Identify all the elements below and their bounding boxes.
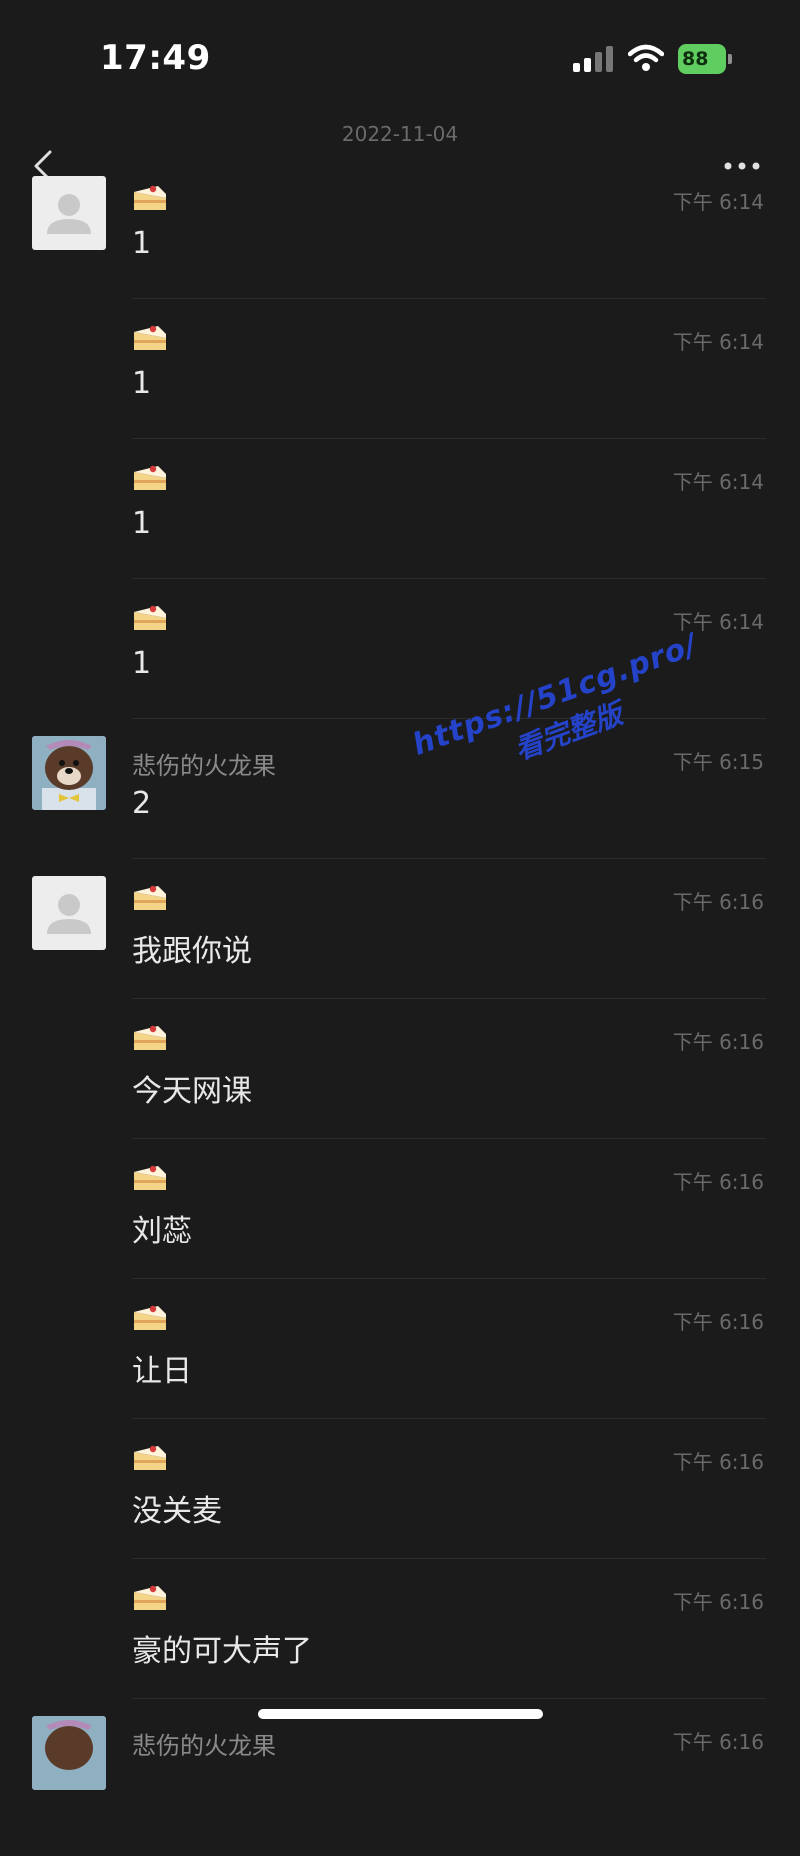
message-time: 下午 6:16 [672, 1590, 764, 1614]
message-item[interactable]: 悲伤的火龙果 下午 6:16 [0, 1716, 800, 1856]
battery-tip [728, 54, 732, 64]
status-bar: 17:49 88 [0, 0, 800, 110]
cake-icon [134, 1585, 166, 1610]
user-placeholder-icon [47, 894, 91, 934]
message-item[interactable]: 下午 6:16 刘蕊 [0, 1156, 800, 1296]
cake-icon [134, 1305, 166, 1330]
message-time: 下午 6:16 [672, 1030, 764, 1054]
home-indicator[interactable] [258, 1709, 543, 1719]
message-text[interactable]: 今天网课 [132, 1066, 252, 1110]
message-time: 下午 6:16 [672, 1450, 764, 1474]
avatar[interactable] [32, 1716, 106, 1790]
message-item[interactable]: 下午 6:16 今天网课 [0, 1016, 800, 1156]
message-item[interactable]: 下午 6:16 我跟你说 [0, 876, 800, 1016]
divider [132, 438, 766, 439]
message-item[interactable]: 下午 6:14 1 [0, 456, 800, 596]
message-text[interactable]: 没关麦 [132, 1486, 222, 1530]
message-time: 下午 6:16 [672, 1730, 764, 1754]
message-time: 下午 6:15 [672, 750, 764, 774]
message-time: 下午 6:14 [672, 470, 764, 494]
user-placeholder-icon [47, 194, 91, 234]
message-item[interactable]: 下午 6:16 让日 [0, 1296, 800, 1436]
cake-icon [134, 185, 166, 210]
more-dots-icon[interactable] [722, 156, 762, 176]
message-text[interactable]: 刘蕊 [132, 1206, 192, 1250]
avatar[interactable] [32, 876, 106, 950]
cake-icon [134, 1445, 166, 1470]
message-text[interactable]: 豪的可大声了 [132, 1626, 312, 1670]
cake-icon [134, 1165, 166, 1190]
message-time: 下午 6:16 [672, 1310, 764, 1334]
avatar[interactable] [32, 736, 106, 810]
cake-icon [134, 885, 166, 910]
wifi-icon [628, 44, 664, 71]
message-text[interactable]: 我跟你说 [132, 926, 252, 970]
message-item[interactable]: 下午 6:14 1 [0, 316, 800, 456]
message-item[interactable]: 下午 6:16 豪的可大声了 [0, 1576, 800, 1716]
message-text[interactable]: 1 [132, 366, 151, 401]
divider [132, 1698, 766, 1699]
cake-icon [134, 465, 166, 490]
divider [132, 858, 766, 859]
date-header: 2022-11-04 [341, 122, 459, 146]
sender-name: 悲伤的火龙果 [132, 752, 276, 780]
bear-avatar-icon [32, 736, 106, 810]
status-time: 17:49 [100, 38, 211, 78]
message-time: 下午 6:14 [672, 190, 764, 214]
signal-icon [573, 46, 615, 72]
divider [132, 998, 766, 999]
divider [132, 1558, 766, 1559]
message-time: 下午 6:16 [672, 1170, 764, 1194]
message-time: 下午 6:16 [672, 890, 764, 914]
cake-icon [134, 605, 166, 630]
message-text[interactable]: 让日 [132, 1346, 192, 1390]
divider [132, 1418, 766, 1419]
message-item[interactable]: 悲伤的火龙果 下午 6:15 2 [0, 736, 800, 876]
divider [132, 578, 766, 579]
message-text[interactable]: 1 [132, 226, 151, 261]
divider [132, 298, 766, 299]
message-item[interactable]: 下午 6:14 1 [0, 176, 800, 316]
message-time: 下午 6:14 [672, 330, 764, 354]
divider [132, 1278, 766, 1279]
cake-icon [134, 1025, 166, 1050]
bear-avatar-icon [32, 1716, 106, 1790]
sender-name: 悲伤的火龙果 [132, 1732, 276, 1760]
cake-icon [134, 325, 166, 350]
message-item[interactable]: 下午 6:16 没关麦 [0, 1436, 800, 1576]
divider [132, 1138, 766, 1139]
battery-icon: 88 [678, 44, 732, 74]
message-text[interactable]: 1 [132, 506, 151, 541]
message-text[interactable]: 2 [132, 786, 151, 821]
avatar[interactable] [32, 176, 106, 250]
battery-level: 88 [678, 44, 726, 74]
message-text[interactable]: 1 [132, 646, 151, 681]
